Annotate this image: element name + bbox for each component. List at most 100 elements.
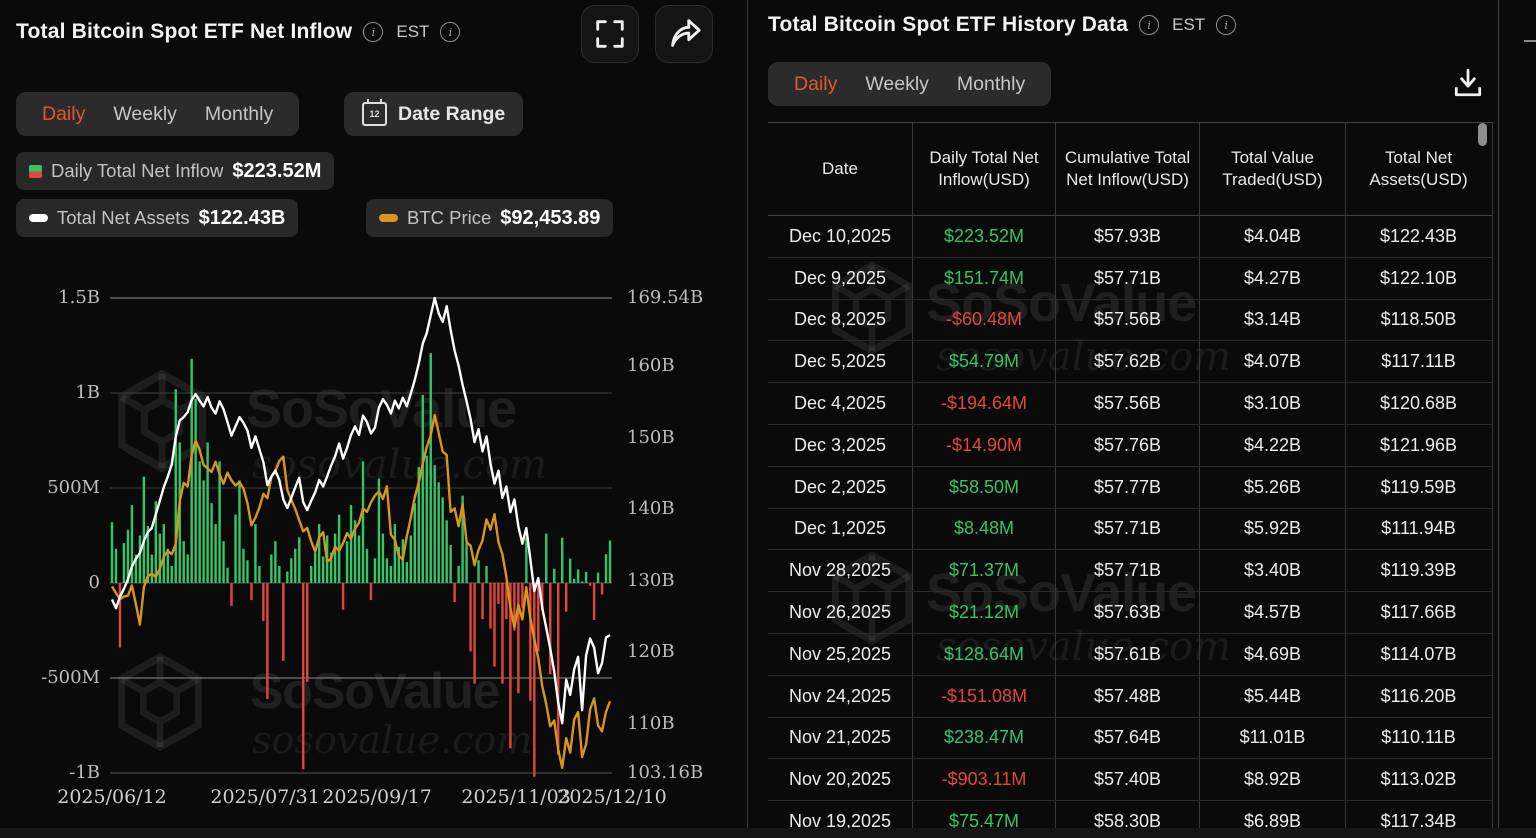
table-cell: $113.02B xyxy=(1346,759,1491,800)
history-data-panel: Total Bitcoin Spot ETF History Data i ES… xyxy=(748,0,1498,838)
table-cell: $3.10B xyxy=(1200,383,1346,424)
axis-tick-label: 140B xyxy=(627,498,675,519)
table-cell: $151.74M xyxy=(913,258,1056,299)
table-cell: $4.27B xyxy=(1200,258,1346,299)
axis-tick-label: 103.16B xyxy=(627,762,703,783)
table-body: Dec 10,2025$223.52M$57.93B$4.04B$122.43B… xyxy=(768,216,1492,828)
legend-net-inflow[interactable]: Daily Total Net Inflow $223.52M xyxy=(16,152,334,190)
header-cell-cumulative-inflow: Cumulative Total Net Inflow(USD) xyxy=(1056,123,1200,215)
legend-value: $122.43B xyxy=(199,207,286,230)
table-cell: Dec 3,2025 xyxy=(768,425,913,466)
table-row: Dec 10,2025$223.52M$57.93B$4.04B$122.43B xyxy=(768,216,1492,258)
table-cell: $117.66B xyxy=(1346,592,1491,633)
tab-daily[interactable]: Daily xyxy=(28,103,99,126)
table-cell: -$60.48M xyxy=(913,300,1056,341)
date-range-label: Date Range xyxy=(398,103,505,126)
chart-panel-title: Total Bitcoin Spot ETF Net Inflow xyxy=(16,20,352,44)
est-timezone-label: EST xyxy=(1172,15,1205,35)
table-cell: $8.48M xyxy=(913,509,1056,550)
table-cell: $6.89B xyxy=(1200,801,1346,828)
chart-period-tabs: Daily Weekly Monthly xyxy=(16,92,299,136)
table-cell: $5.26B xyxy=(1200,467,1346,508)
page-bottom-scroll-area[interactable] xyxy=(0,828,1536,838)
axis-tick-label: 160B xyxy=(627,355,675,376)
info-icon[interactable]: i xyxy=(1216,15,1236,35)
axis-tick-label: -500M xyxy=(0,667,100,688)
table-row: Dec 5,2025$54.79M$57.62B$4.07B$117.11B xyxy=(768,341,1492,383)
table-cell: $57.56B xyxy=(1056,300,1200,341)
table-cell: $21.12M xyxy=(913,592,1056,633)
table-row: Dec 8,2025-$60.48M$57.56B$3.14B$118.50B xyxy=(768,300,1492,342)
table-cell: Dec 5,2025 xyxy=(768,341,913,382)
table-cell: $122.43B xyxy=(1346,216,1491,257)
table-cell: -$14.90M xyxy=(913,425,1056,466)
axis-tick-label: 500M xyxy=(0,477,100,498)
tab-weekly[interactable]: Weekly xyxy=(99,103,191,126)
table-row: Dec 2,2025$58.50M$57.77B$5.26B$119.59B xyxy=(768,467,1492,509)
fullscreen-icon xyxy=(593,17,627,51)
table-cell: $71.37M xyxy=(913,550,1056,591)
table-cell: -$194.64M xyxy=(913,383,1056,424)
table-cell: $122.10B xyxy=(1346,258,1491,299)
axis-tick-label: 110B xyxy=(627,713,675,734)
fullscreen-button[interactable] xyxy=(581,5,639,63)
table-row: Nov 19,2025$75.47M$58.30B$6.89B$117.34B xyxy=(768,801,1492,828)
table-row: Dec 3,2025-$14.90M$57.76B$4.22B$121.96B xyxy=(768,425,1492,467)
table-cell: $57.71B xyxy=(1056,509,1200,550)
tab-monthly[interactable]: Monthly xyxy=(191,103,287,126)
table-cell: Dec 8,2025 xyxy=(768,300,913,341)
table-cell: $117.11B xyxy=(1346,341,1491,382)
axis-tick-label: 1B xyxy=(0,382,100,403)
table-cell: $119.39B xyxy=(1346,550,1491,591)
table-cell: $111.94B xyxy=(1346,509,1491,550)
assets-line-swatch-icon xyxy=(29,214,48,222)
share-button[interactable] xyxy=(655,5,713,63)
axis-tick-label: 0 xyxy=(0,572,100,593)
table-cell: $54.79M xyxy=(913,341,1056,382)
table-cell: Nov 26,2025 xyxy=(768,592,913,633)
table-cell: Nov 19,2025 xyxy=(768,801,913,828)
table-cell: $57.63B xyxy=(1056,592,1200,633)
tab-daily[interactable]: Daily xyxy=(780,73,851,96)
panel-divider xyxy=(1498,0,1499,838)
table-row: Nov 28,2025$71.37M$57.71B$3.40B$119.39B xyxy=(768,550,1492,592)
inflow-bars xyxy=(111,353,611,777)
table-cell: $4.07B xyxy=(1200,341,1346,382)
download-button[interactable] xyxy=(1452,66,1484,100)
legend-label: Daily Total Net Inflow xyxy=(51,160,223,182)
date-range-button[interactable]: 12 Date Range xyxy=(344,92,523,136)
legend-value: $92,453.89 xyxy=(500,207,600,230)
table-cell: $57.61B xyxy=(1056,634,1200,675)
clipped-next-panel-edge xyxy=(1524,40,1536,42)
table-row: Nov 25,2025$128.64M$57.61B$4.69B$114.07B xyxy=(768,634,1492,676)
table-cell: Nov 24,2025 xyxy=(768,676,913,717)
table-cell: $58.50M xyxy=(913,467,1056,508)
table-cell: $238.47M xyxy=(913,718,1056,759)
table-cell: $57.64B xyxy=(1056,718,1200,759)
chart-canvas[interactable] xyxy=(110,290,612,790)
table-cell: $8.92B xyxy=(1200,759,1346,800)
tab-monthly[interactable]: Monthly xyxy=(943,73,1039,96)
header-cell-date: Date xyxy=(768,123,913,215)
info-icon[interactable]: i xyxy=(363,22,383,42)
info-icon[interactable]: i xyxy=(440,22,460,42)
axis-tick-label: -1B xyxy=(0,762,100,783)
table-cell: $57.48B xyxy=(1056,676,1200,717)
table-cell: $57.56B xyxy=(1056,383,1200,424)
net-inflow-chart-panel: Total Bitcoin Spot ETF Net Inflow i EST … xyxy=(0,0,747,838)
table-cell: $119.59B xyxy=(1346,467,1491,508)
table-cell: Nov 20,2025 xyxy=(768,759,913,800)
table-cell: $128.64M xyxy=(913,634,1056,675)
info-icon[interactable]: i xyxy=(1139,15,1159,35)
tab-weekly[interactable]: Weekly xyxy=(851,73,943,96)
table-cell: $4.57B xyxy=(1200,592,1346,633)
legend-net-assets[interactable]: Total Net Assets $122.43B xyxy=(16,199,298,237)
legend-label: Total Net Assets xyxy=(57,207,190,229)
table-cell: $3.14B xyxy=(1200,300,1346,341)
table-cell: Dec 1,2025 xyxy=(768,509,913,550)
axis-tick-label: 169.54B xyxy=(627,287,703,308)
table-scrollbar-thumb[interactable] xyxy=(1478,123,1487,146)
legend-value: $223.52M xyxy=(232,160,321,183)
calendar-icon: 12 xyxy=(362,102,387,126)
legend-btc-price[interactable]: BTC Price $92,453.89 xyxy=(366,199,613,237)
